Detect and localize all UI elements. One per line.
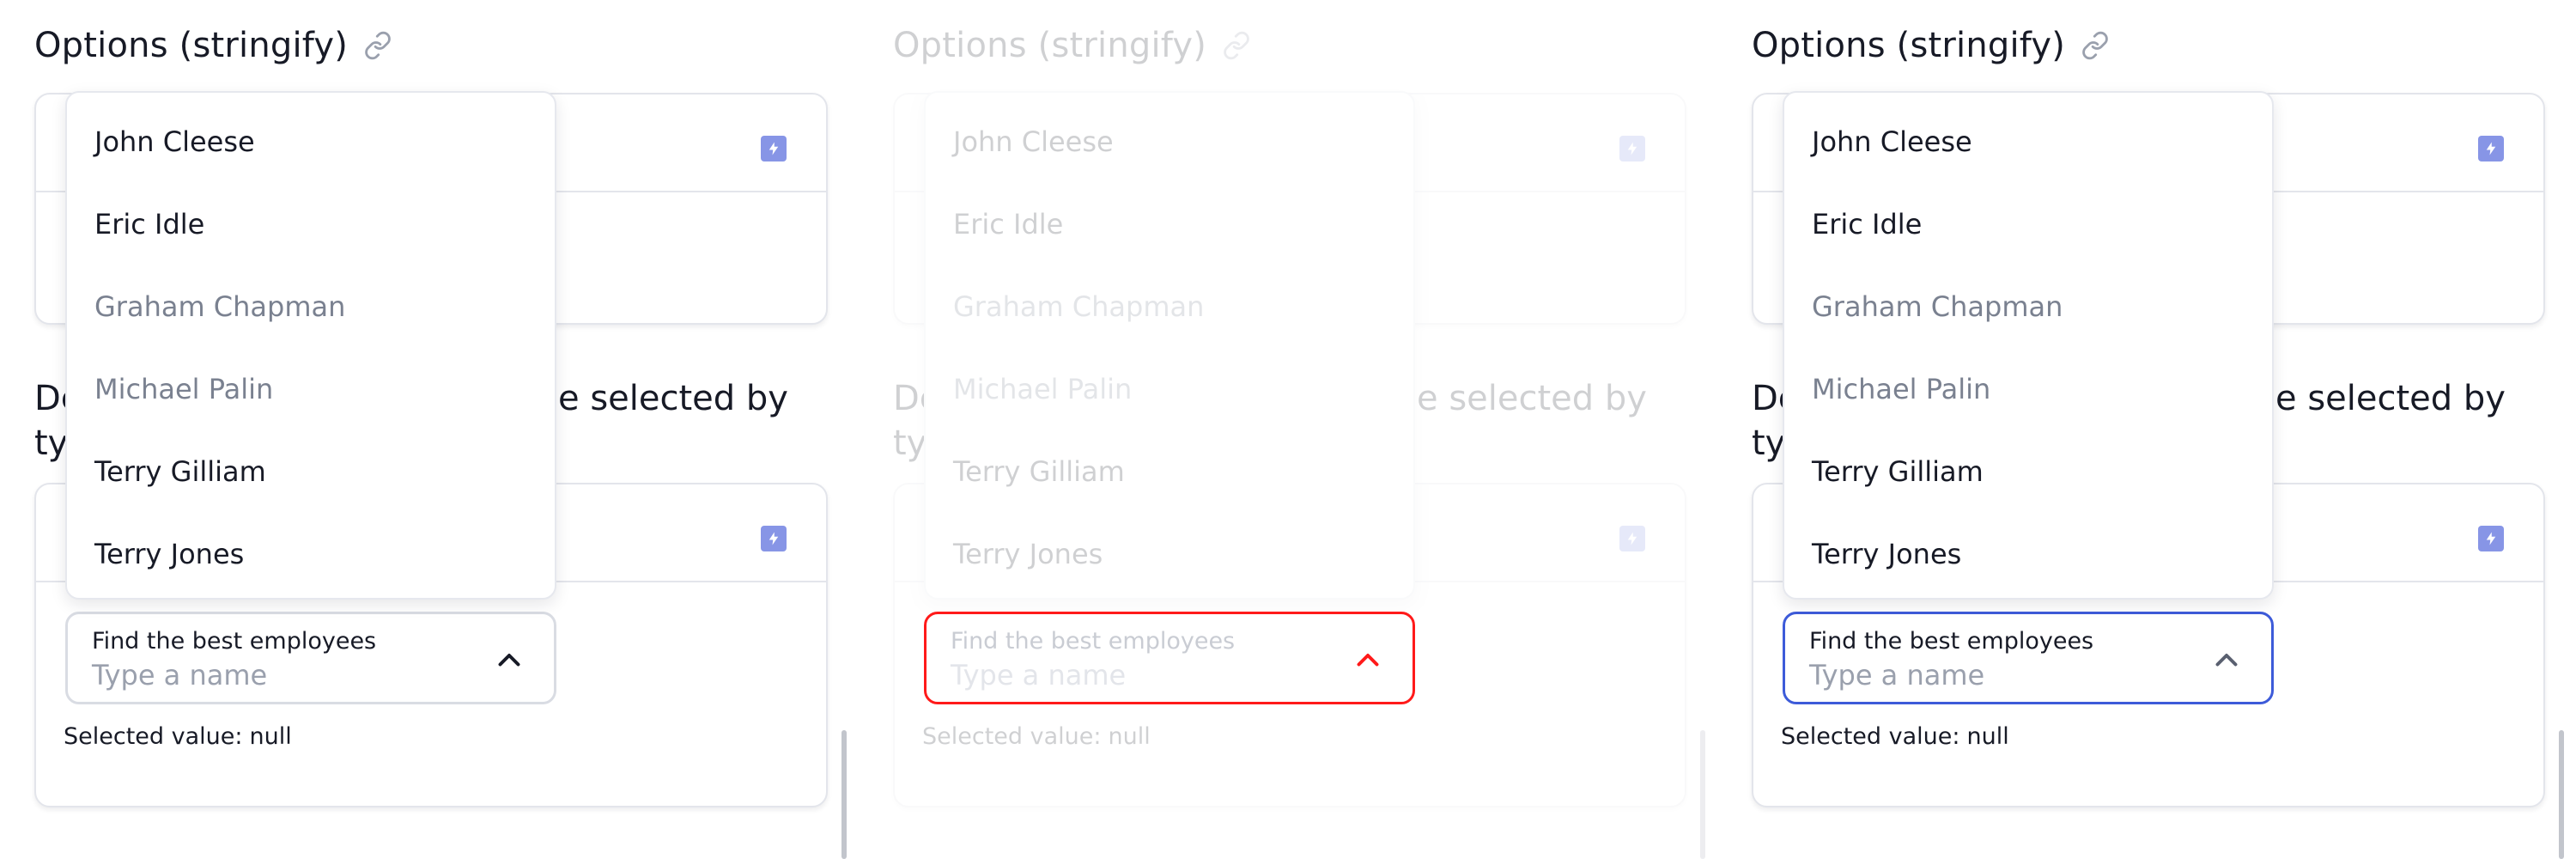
scrollbar-thumb[interactable] xyxy=(841,730,847,859)
section-text-fragment-3: ty xyxy=(34,423,69,463)
link-icon[interactable] xyxy=(2081,31,2110,60)
combobox-input[interactable]: Type a name xyxy=(1809,659,1984,691)
lightning-bolt-icon[interactable] xyxy=(1619,526,1645,551)
selected-value-text: Selected value: null xyxy=(1781,723,2009,750)
option-eric-idle[interactable]: Eric Idle xyxy=(1812,208,1922,241)
option-terry-gilliam[interactable]: Terry Gilliam xyxy=(1812,455,1984,488)
chevron-up-icon[interactable] xyxy=(494,645,525,676)
link-icon[interactable] xyxy=(1222,31,1251,60)
demo-panel-error: Options (stringify) De e selected by ty xyxy=(859,0,1717,859)
heading-text: Options (stringify) xyxy=(1752,26,2066,65)
section-text-fragment-2: e selected by xyxy=(2275,379,2506,418)
option-terry-jones[interactable]: Terry Jones xyxy=(1812,538,1961,570)
demo-panel-focused: Options (stringify) De e selected by ty xyxy=(1717,0,2576,859)
scrollbar-thumb[interactable] xyxy=(2559,730,2564,859)
chevron-up-icon[interactable] xyxy=(2211,645,2242,676)
options-dropdown: John Cleese Eric Idle Graham Chapman Mic… xyxy=(65,91,556,600)
option-john-cleese[interactable]: John Cleese xyxy=(953,125,1114,158)
section-text-fragment-3: ty xyxy=(893,423,927,463)
option-john-cleese[interactable]: John Cleese xyxy=(94,125,255,158)
combobox-input[interactable]: Type a name xyxy=(92,659,267,691)
section-text-fragment-2: e selected by xyxy=(558,379,788,418)
option-terry-gilliam[interactable]: Terry Gilliam xyxy=(953,455,1125,488)
option-graham-chapman[interactable]: Graham Chapman xyxy=(1812,290,2063,323)
demo-panel-default: Options (stringify) De e selected by ty xyxy=(0,0,859,859)
employee-combobox[interactable]: Find the best employees Type a name xyxy=(1783,612,2274,704)
employee-combobox[interactable]: Find the best employees Type a name xyxy=(65,612,556,704)
selected-value-label: Selected value: xyxy=(1781,723,1960,750)
selected-value-text: Selected value: null xyxy=(64,723,292,750)
option-eric-idle[interactable]: Eric Idle xyxy=(94,208,204,241)
section-heading: Options (stringify) xyxy=(34,26,392,65)
option-graham-chapman[interactable]: Graham Chapman xyxy=(953,290,1204,323)
combobox-label: Find the best employees xyxy=(1809,628,2094,655)
section-heading: Options (stringify) xyxy=(1752,26,2110,65)
combobox-label: Find the best employees xyxy=(92,628,377,655)
lightning-bolt-icon[interactable] xyxy=(2478,526,2504,551)
link-icon[interactable] xyxy=(363,31,392,60)
option-terry-jones[interactable]: Terry Jones xyxy=(953,538,1103,570)
option-terry-jones[interactable]: Terry Jones xyxy=(94,538,244,570)
combobox-label: Find the best employees xyxy=(951,628,1236,655)
options-dropdown: John Cleese Eric Idle Graham Chapman Mic… xyxy=(1783,91,2274,600)
scrollbar-thumb[interactable] xyxy=(1700,730,1705,859)
option-michael-palin[interactable]: Michael Palin xyxy=(1812,373,1990,405)
section-text-fragment-2: e selected by xyxy=(1417,379,1647,418)
lightning-bolt-icon[interactable] xyxy=(2478,136,2504,161)
employee-combobox[interactable]: Find the best employees Type a name xyxy=(924,612,1415,704)
heading-text: Options (stringify) xyxy=(893,26,1207,65)
chevron-up-icon[interactable] xyxy=(1352,645,1383,676)
selected-value-value: null xyxy=(1966,723,2009,750)
heading-text: Options (stringify) xyxy=(34,26,349,65)
option-michael-palin[interactable]: Michael Palin xyxy=(953,373,1132,405)
section-text-fragment-3: ty xyxy=(1752,423,1786,463)
option-terry-gilliam[interactable]: Terry Gilliam xyxy=(94,455,266,488)
selected-value-label: Selected value: xyxy=(922,723,1102,750)
option-michael-palin[interactable]: Michael Palin xyxy=(94,373,273,405)
option-eric-idle[interactable]: Eric Idle xyxy=(953,208,1063,241)
selected-value-label: Selected value: xyxy=(64,723,243,750)
lightning-bolt-icon[interactable] xyxy=(761,526,787,551)
section-heading: Options (stringify) xyxy=(893,26,1251,65)
selected-value-value: null xyxy=(1108,723,1151,750)
lightning-bolt-icon[interactable] xyxy=(761,136,787,161)
option-john-cleese[interactable]: John Cleese xyxy=(1812,125,1972,158)
selected-value-text: Selected value: null xyxy=(922,723,1151,750)
option-graham-chapman[interactable]: Graham Chapman xyxy=(94,290,345,323)
combobox-input[interactable]: Type a name xyxy=(951,659,1126,691)
lightning-bolt-icon[interactable] xyxy=(1619,136,1645,161)
selected-value-value: null xyxy=(249,723,292,750)
options-dropdown: John Cleese Eric Idle Graham Chapman Mic… xyxy=(924,91,1415,600)
